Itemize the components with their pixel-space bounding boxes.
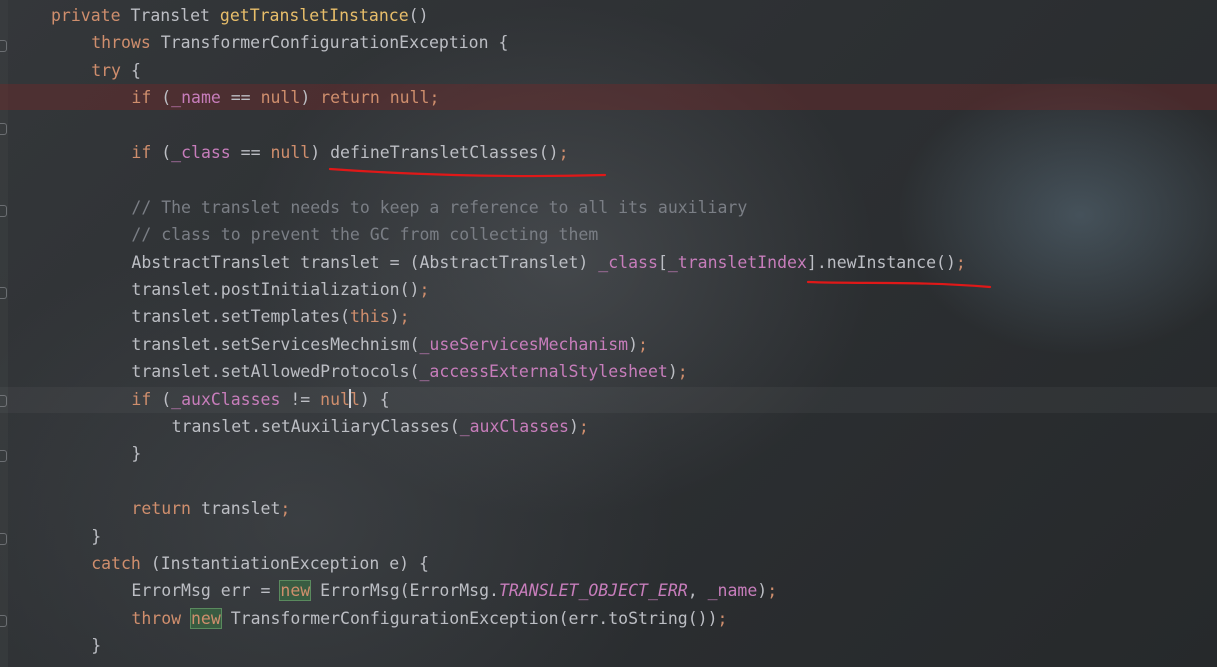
red-underline-define-translet-classes [328, 167, 607, 178]
annotation-layer [328, 167, 992, 289]
code-editor[interactable]: private Translet getTransletInstance() th… [0, 0, 1217, 667]
red-underline-new-instance [806, 280, 992, 289]
